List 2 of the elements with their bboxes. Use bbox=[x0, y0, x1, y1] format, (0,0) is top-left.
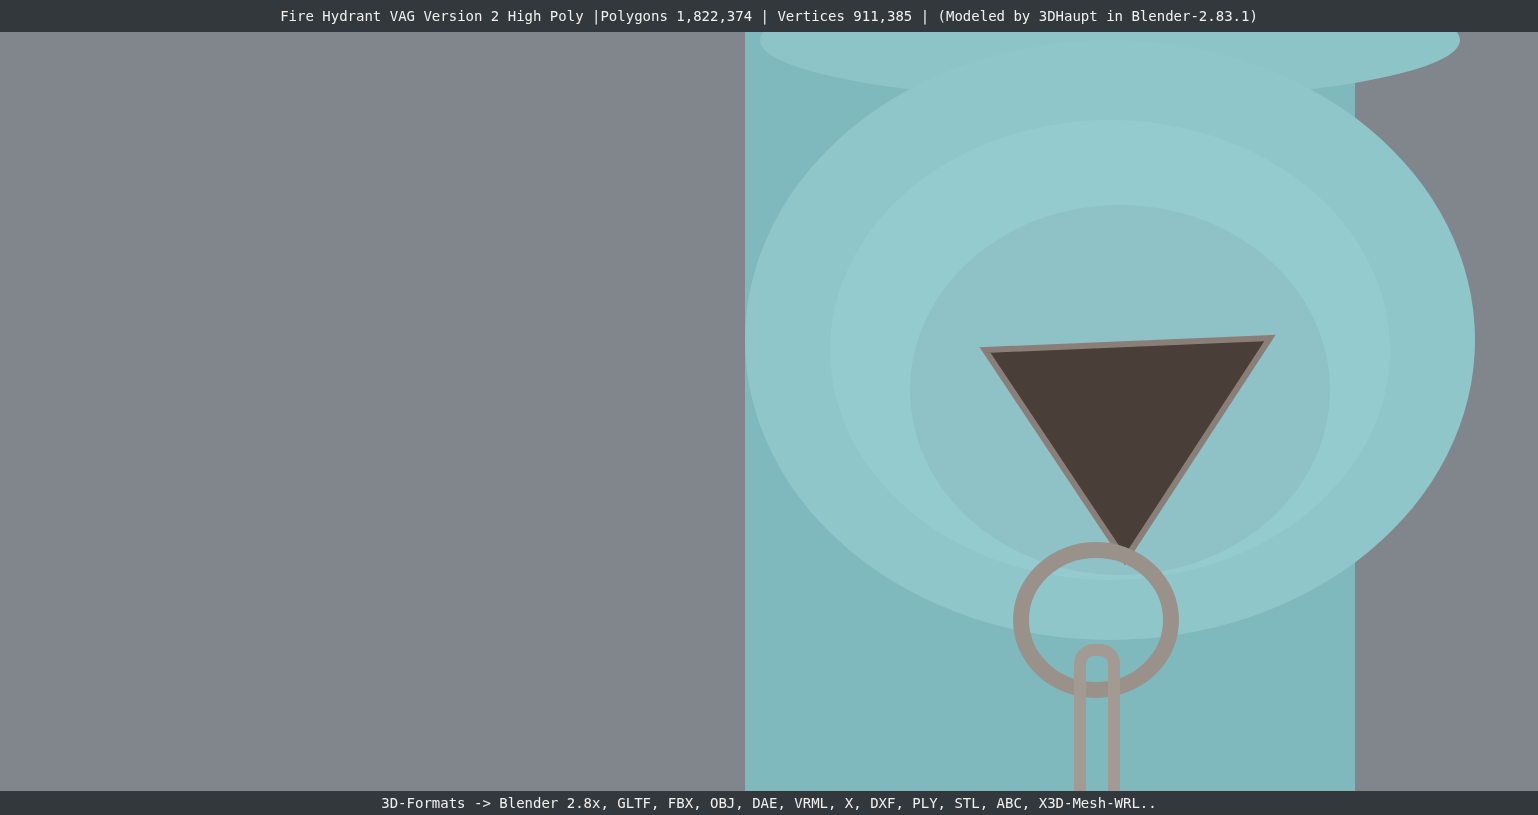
model-title: Fire Hydrant VAG Version 2 High Poly |Polygons 1,822,374 | Vertices 911,385 | (Modeled by 3DHaupt in Blender-2.83.1) bbox=[280, 8, 1258, 24]
formats-text: 3D-Formats -> Blender 2.8x, GLTF, FBX, OBJ, DAE, VRML, X, DXF, PLY, STL, ABC, X3D-Mesh-WRL.. bbox=[381, 795, 1157, 811]
